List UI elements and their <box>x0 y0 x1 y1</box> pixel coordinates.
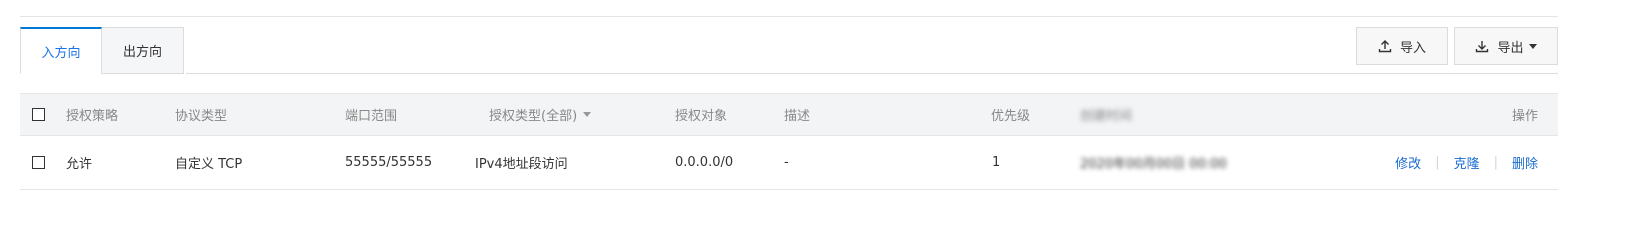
import-button[interactable]: 导入 <box>1356 27 1448 65</box>
header-auth-type-label: 授权类型(全部) <box>489 109 578 124</box>
import-label: 导入 <box>1399 40 1426 56</box>
tabs-underline <box>186 73 1558 74</box>
filter-dropdown-icon[interactable] <box>583 112 592 117</box>
table-row: 允许 自定义 TCP 55555/55555 IPv4地址段访问 0.0.0.0… <box>20 136 1558 190</box>
cell-description: - <box>784 155 789 170</box>
tab-inbound[interactable]: 入方向 <box>20 27 102 74</box>
header-auth-object: 授权对象 <box>675 109 728 124</box>
header-blurred: 创建时间 <box>1080 109 1133 124</box>
cell-actions: 修改 | 克隆 | 删除 <box>1395 136 1538 189</box>
cell-blurred: 2020年00月00日 00:00 <box>1080 157 1227 172</box>
cell-priority: 1 <box>992 155 1001 170</box>
upload-icon <box>1378 40 1392 53</box>
tab-outbound[interactable]: 出方向 <box>102 27 184 74</box>
tab-inbound-label: 入方向 <box>41 45 81 61</box>
header-description: 描述 <box>784 109 811 124</box>
header-port-range: 端口范围 <box>345 109 398 124</box>
header-priority: 优先级 <box>991 109 1031 124</box>
chevron-down-icon <box>1528 43 1537 49</box>
delete-link[interactable]: 删除 <box>1512 153 1538 172</box>
modify-link[interactable]: 修改 <box>1395 153 1421 172</box>
cell-port-range: 55555/55555 <box>345 155 433 170</box>
action-divider: | <box>1493 155 1498 170</box>
tab-outbound-label: 出方向 <box>122 45 162 60</box>
select-all-cell <box>32 94 45 135</box>
action-divider: | <box>1435 155 1440 170</box>
export-label: 导出 <box>1497 40 1524 56</box>
row-select-cell <box>32 136 45 189</box>
security-rules-table: 授权策略 协议类型 端口范围 授权类型(全部) 授权对象 描述 优先级 创建时间… <box>20 93 1558 190</box>
select-all-checkbox[interactable] <box>32 108 45 121</box>
row-checkbox[interactable] <box>32 156 45 169</box>
download-icon <box>1476 41 1489 53</box>
cell-policy: 允许 <box>66 157 93 172</box>
clone-link[interactable]: 克隆 <box>1454 153 1480 172</box>
direction-tabs: 入方向 出方向 <box>20 27 184 74</box>
top-divider <box>20 16 1558 17</box>
table-header: 授权策略 协议类型 端口范围 授权类型(全部) 授权对象 描述 优先级 创建时间… <box>20 93 1558 136</box>
cell-auth-object: 0.0.0.0/0 <box>675 155 734 170</box>
cell-auth-type: IPv4地址段访问 <box>475 157 568 172</box>
header-auth-type[interactable]: 授权类型(全部) <box>489 94 592 135</box>
export-button[interactable]: 导出 <box>1454 27 1558 65</box>
cell-protocol: 自定义 TCP <box>175 157 243 172</box>
header-actions: 操作 <box>1511 109 1538 124</box>
header-protocol: 协议类型 <box>175 109 228 124</box>
header-policy: 授权策略 <box>66 109 119 124</box>
